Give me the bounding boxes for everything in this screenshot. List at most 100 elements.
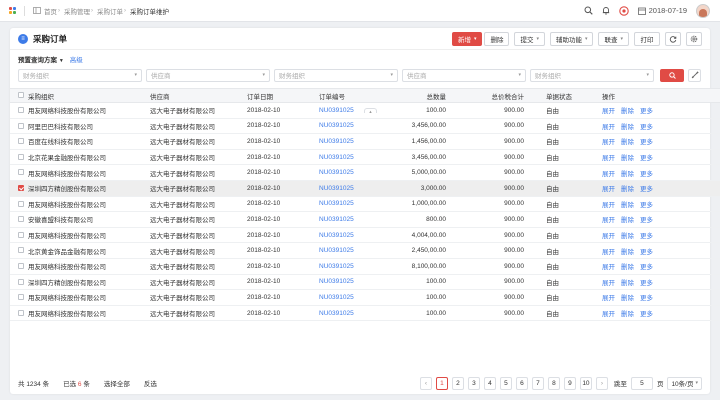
- table-row[interactable]: 深圳四方精创股份有限公司 远大电子器材有限公司 2018-02-10 NU039102…: [10, 180, 720, 197]
- delete-action[interactable]: 删除: [621, 217, 634, 224]
- select-all-link[interactable]: 选择全部: [104, 378, 130, 388]
- page-button[interactable]: 5: [499, 376, 512, 390]
- more-action[interactable]: 更多: [640, 233, 653, 240]
- row-checkbox-cell[interactable]: [10, 164, 28, 181]
- select-all-checkbox-cell[interactable]: [10, 88, 28, 103]
- col-qty[interactable]: 总数量: [377, 88, 450, 103]
- more-action[interactable]: 更多: [640, 139, 653, 146]
- help-icon[interactable]: [618, 5, 629, 16]
- row-checkbox[interactable]: [18, 200, 24, 207]
- cell-order-code[interactable]: NU0391025: [319, 180, 377, 197]
- delete-action[interactable]: 删除: [621, 295, 634, 302]
- cell-order-code[interactable]: NU0391025: [319, 227, 377, 244]
- page-button[interactable]: 4: [483, 376, 496, 390]
- clear-filter-icon[interactable]: [688, 68, 701, 82]
- more-action[interactable]: 更多: [640, 264, 653, 271]
- row-checkbox[interactable]: [18, 122, 24, 129]
- col-supplier[interactable]: 供应商: [150, 88, 247, 103]
- row-checkbox-cell[interactable]: [10, 289, 28, 306]
- expand-action[interactable]: 展开: [602, 249, 615, 256]
- row-checkbox-cell[interactable]: [10, 305, 28, 322]
- collapse-filter-handle[interactable]: ▲: [364, 108, 377, 114]
- row-checkbox-cell[interactable]: [10, 242, 28, 259]
- delete-action[interactable]: 删除: [621, 124, 634, 131]
- row-checkbox[interactable]: [18, 263, 24, 270]
- delete-action[interactable]: 删除: [621, 186, 634, 193]
- row-checkbox-cell[interactable]: [10, 274, 28, 291]
- invert-selection-link[interactable]: 反选: [144, 378, 157, 388]
- row-checkbox-cell[interactable]: [10, 118, 28, 135]
- more-action[interactable]: 更多: [640, 217, 653, 224]
- expand-action[interactable]: 展开: [602, 311, 615, 318]
- col-code[interactable]: 订单编号: [319, 88, 377, 103]
- more-action[interactable]: 更多: [640, 249, 653, 256]
- goto-page-input[interactable]: 5: [630, 376, 653, 390]
- delete-action[interactable]: 删除: [621, 202, 634, 209]
- row-checkbox[interactable]: [18, 309, 24, 316]
- row-checkbox[interactable]: [18, 153, 24, 160]
- row-checkbox-cell[interactable]: [10, 133, 28, 150]
- row-checkbox[interactable]: [18, 294, 24, 301]
- table-row[interactable]: 百度在线科技有限公司 远大电子器材有限公司 2018-02-10 NU0391025 1…: [10, 133, 720, 150]
- breadcrumb-home[interactable]: 首页: [44, 6, 57, 16]
- cell-order-code[interactable]: NU0391025: [319, 118, 377, 135]
- refresh-icon[interactable]: [665, 31, 681, 46]
- delete-action[interactable]: 删除: [621, 108, 634, 115]
- delete-action[interactable]: 删除: [621, 311, 634, 318]
- more-action[interactable]: 更多: [640, 155, 653, 162]
- row-checkbox[interactable]: [18, 185, 24, 192]
- expand-action[interactable]: 展开: [602, 108, 615, 115]
- breadcrumb-orders[interactable]: 采购订单: [97, 6, 123, 16]
- col-org[interactable]: 采购组织: [28, 88, 150, 103]
- table-row[interactable]: 用友网络科技股份有限公司 远大电子器材有限公司 2018-02-10 NU039102…: [10, 164, 720, 181]
- row-checkbox-cell[interactable]: [10, 196, 28, 213]
- col-status[interactable]: 单据状态: [528, 88, 598, 103]
- row-checkbox[interactable]: [18, 231, 24, 238]
- row-checkbox-cell[interactable]: [10, 258, 28, 275]
- row-checkbox-cell[interactable]: [10, 102, 28, 119]
- table-row[interactable]: 北京黄金饰品金融有限公司 远大电子器材有限公司 2018-02-10 NU039102…: [10, 242, 720, 259]
- expand-action[interactable]: 展开: [602, 155, 615, 162]
- delete-action[interactable]: 删除: [621, 155, 634, 162]
- cell-order-code[interactable]: NU0391025: [319, 258, 377, 275]
- finance-org-field-2[interactable]: 财务组织 ▾: [274, 68, 398, 82]
- table-row[interactable]: 用友网络科技股份有限公司 远大电子器材有限公司 2018-02-10 NU039102…: [10, 196, 720, 213]
- row-checkbox-cell[interactable]: [10, 211, 28, 228]
- more-action[interactable]: 更多: [640, 280, 653, 287]
- page-button[interactable]: 8: [547, 376, 560, 390]
- preset-scheme-dropdown[interactable]: 预置查询方案 ▼: [18, 54, 64, 64]
- delete-action[interactable]: 删除: [621, 280, 634, 287]
- more-action[interactable]: 更多: [640, 186, 653, 193]
- expand-action[interactable]: 展开: [602, 139, 615, 146]
- print-button[interactable]: 打印: [634, 31, 660, 46]
- page-button[interactable]: 9: [563, 376, 576, 390]
- breadcrumb-procurement[interactable]: 采购管理: [64, 6, 90, 16]
- expand-action[interactable]: 展开: [602, 217, 615, 224]
- more-action[interactable]: 更多: [640, 202, 653, 209]
- row-checkbox[interactable]: [18, 107, 24, 114]
- expand-action[interactable]: 展开: [602, 295, 615, 302]
- delete-action[interactable]: 删除: [621, 233, 634, 240]
- linked-query-button[interactable]: 联查 ▾: [598, 31, 629, 46]
- page-button[interactable]: 2: [451, 376, 464, 390]
- delete-action[interactable]: 删除: [621, 139, 634, 146]
- supplier-field-2[interactable]: 供应商 ▾: [402, 68, 526, 82]
- table-row[interactable]: 用友网络科技股份有限公司 远大电子器材有限公司 2018-02-10 NU039102…: [10, 258, 720, 275]
- avatar[interactable]: [696, 3, 710, 18]
- finance-org-field[interactable]: 财务组织 ▾: [18, 68, 142, 82]
- cell-order-code[interactable]: NU0391025: [319, 305, 377, 322]
- expand-action[interactable]: 展开: [602, 280, 615, 287]
- finance-org-field-3[interactable]: 财务组织 ▾: [530, 68, 654, 82]
- search-icon[interactable]: [584, 6, 593, 15]
- assist-button[interactable]: 辅助功能 ▾: [549, 31, 594, 46]
- expand-action[interactable]: 展开: [602, 233, 615, 240]
- row-checkbox[interactable]: [18, 138, 24, 145]
- row-checkbox[interactable]: [18, 278, 24, 285]
- cell-order-code[interactable]: NU0391025: [319, 211, 377, 228]
- expand-action[interactable]: 展开: [602, 264, 615, 271]
- cell-order-code[interactable]: NU0391025: [319, 149, 377, 166]
- submit-button[interactable]: 提交 ▾: [514, 31, 545, 46]
- page-button[interactable]: 10: [579, 376, 592, 390]
- row-checkbox[interactable]: [18, 216, 24, 223]
- page-button[interactable]: 1: [435, 376, 448, 390]
